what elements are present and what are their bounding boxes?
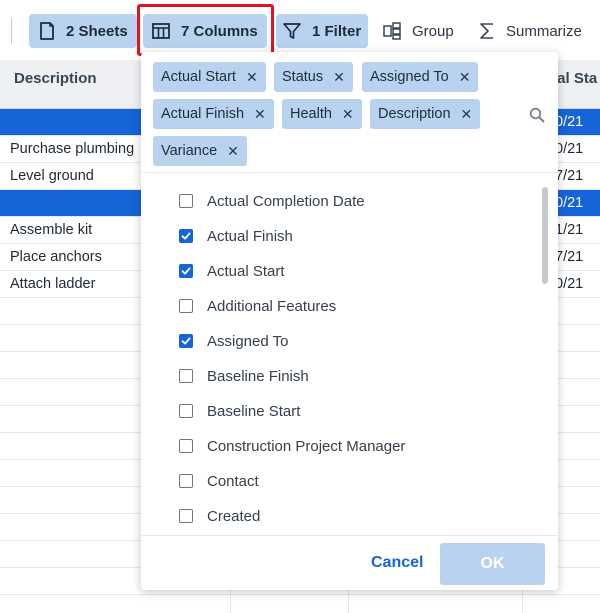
column-option-label: Actual Start — [207, 262, 285, 280]
filter-button[interactable]: 1 Filter — [276, 14, 368, 48]
filter-icon — [283, 23, 301, 39]
close-icon[interactable]: ✕ — [246, 69, 258, 86]
header-description[interactable]: Description — [14, 70, 97, 87]
chip-actual-finish[interactable]: Actual Finish ✕ — [153, 99, 274, 129]
cell-description: Place anchors — [10, 249, 102, 265]
close-icon[interactable]: ✕ — [342, 106, 354, 123]
cell-description: Attach ladder — [10, 276, 96, 292]
cell-actual-start: 7/21 — [555, 168, 584, 184]
checkbox[interactable] — [179, 229, 193, 243]
column-option-label: Construction Project Manager — [207, 437, 406, 455]
column-option[interactable]: Actual Start — [179, 259, 285, 283]
list-scrollbar[interactable] — [542, 187, 548, 284]
group-icon — [383, 22, 401, 40]
column-options-list: Actual Completion Date Actual Finish Actua… — [141, 173, 558, 535]
column-option[interactable]: Baseline Finish — [179, 364, 309, 388]
checkbox[interactable] — [179, 509, 193, 523]
chip-assigned-to[interactable]: Assigned To ✕ — [362, 62, 479, 92]
column-option-label: Baseline Finish — [207, 367, 309, 385]
cell-actual-start: 0/21 — [555, 276, 584, 292]
close-icon[interactable]: ✕ — [254, 106, 266, 123]
column-option-label: Actual Finish — [207, 227, 293, 245]
checkbox[interactable] — [179, 404, 193, 418]
selected-columns: Actual Start ✕ Status ✕ Assigned To ✕ Ac… — [141, 52, 558, 173]
toolbar-divider — [11, 18, 12, 44]
column-option[interactable]: Construction Project Manager — [179, 434, 405, 458]
chip-label: Actual Finish — [161, 106, 245, 122]
columns-highlight — [137, 4, 274, 56]
column-option[interactable]: Contact — [179, 469, 259, 493]
column-option[interactable]: Actual Finish — [179, 224, 293, 248]
close-icon[interactable]: ✕ — [461, 106, 473, 123]
cell-actual-start: 0/21 — [555, 195, 584, 211]
checkbox[interactable] — [179, 299, 193, 313]
search-icon[interactable] — [529, 107, 545, 123]
cell-actual-start: 0/21 — [555, 141, 584, 157]
summarize-icon — [480, 23, 493, 39]
checkbox[interactable] — [179, 334, 193, 348]
checkmark-icon — [181, 267, 191, 275]
dropdown-footer: Cancel OK — [141, 535, 558, 590]
chip-health[interactable]: Health ✕ — [282, 99, 362, 129]
chip-description[interactable]: Description ✕ — [370, 99, 481, 129]
checkbox[interactable] — [179, 474, 193, 488]
chip-label: Assigned To — [370, 69, 449, 85]
column-option-label: Baseline Start — [207, 402, 301, 420]
group-button[interactable]: Group — [378, 14, 458, 48]
checkmark-icon — [181, 337, 191, 345]
column-option-label: Assigned To — [207, 332, 289, 350]
group-label: Group — [412, 22, 454, 40]
close-icon[interactable]: ✕ — [227, 143, 239, 160]
column-option[interactable]: Assigned To — [179, 329, 288, 353]
checkbox[interactable] — [179, 194, 193, 208]
column-option-label: Additional Features — [207, 297, 337, 315]
checkbox[interactable] — [179, 369, 193, 383]
cell-actual-start: 7/21 — [555, 249, 584, 265]
sheets-button[interactable]: 2 Sheets — [29, 14, 137, 48]
ok-button[interactable]: OK — [440, 543, 545, 585]
close-icon[interactable]: ✕ — [333, 69, 345, 86]
cell-description: Level ground — [10, 168, 94, 184]
chip-variance[interactable]: Variance ✕ — [153, 136, 247, 166]
chip-status[interactable]: Status ✕ — [274, 62, 353, 92]
column-option-label: Contact — [207, 472, 259, 490]
cell-actual-start: 0/21 — [555, 114, 584, 130]
cell-actual-start: 1/21 — [555, 222, 584, 238]
chip-label: Description — [378, 106, 451, 122]
column-option[interactable]: Baseline Start — [179, 399, 300, 423]
checkbox[interactable] — [179, 264, 193, 278]
columns-dropdown: Actual Start ✕ Status ✕ Assigned To ✕ Ac… — [141, 52, 558, 590]
chip-label: Status — [282, 69, 324, 85]
close-icon[interactable]: ✕ — [459, 69, 471, 86]
chip-label: Variance — [161, 143, 218, 159]
column-option[interactable]: Actual Completion Date — [179, 189, 365, 213]
toolbar: 2 Sheets 7 Columns 1 Filter Group Summar… — [0, 0, 600, 60]
table-row[interactable] — [0, 595, 600, 613]
chip-label: Actual Start — [161, 69, 236, 85]
column-option-label: Actual Completion Date — [207, 192, 365, 210]
cancel-button[interactable]: Cancel — [371, 554, 423, 572]
column-option[interactable]: Additional Features — [179, 294, 336, 318]
sheets-label: 2 Sheets — [66, 22, 128, 40]
checkbox[interactable] — [179, 439, 193, 453]
column-option[interactable]: Created — [179, 504, 260, 528]
cell-description: Purchase plumbing — [10, 141, 135, 157]
chip-actual-start[interactable]: Actual Start ✕ — [153, 62, 266, 92]
column-option-label: Created — [207, 507, 261, 525]
filter-label: 1 Filter — [312, 22, 362, 40]
summarize-button[interactable]: Summarize — [474, 14, 594, 48]
cell-description: Assemble kit — [10, 222, 93, 238]
checkmark-icon — [181, 232, 191, 240]
sheet-icon — [40, 22, 54, 40]
chip-label: Health — [290, 106, 332, 122]
summarize-label: Summarize — [506, 22, 582, 40]
